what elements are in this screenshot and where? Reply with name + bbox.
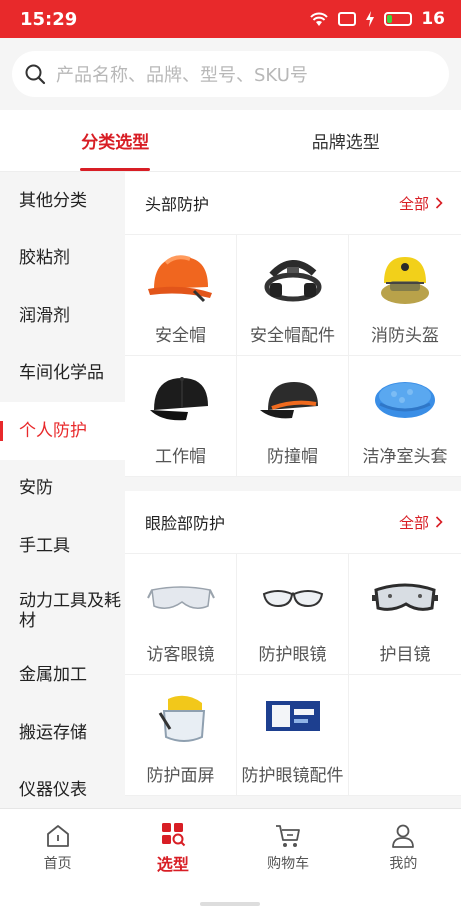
- wifi-icon: [310, 12, 329, 26]
- search-placeholder: 产品名称、品牌、型号、SKU号: [56, 65, 308, 86]
- tile-label: 防护眼镜: [258, 645, 327, 665]
- category-tile[interactable]: 防护眼镜配件: [237, 675, 349, 796]
- tab-bar: 分类选型 品牌选型: [0, 110, 461, 172]
- view-all-link[interactable]: 全部: [399, 512, 443, 533]
- safety-glasses-icon: [255, 566, 331, 628]
- section-head-protection: 头部防护 全部 安全帽 安全帽配件 消防头盔 工作帽 防撞帽 洁净室头套: [125, 172, 461, 477]
- tab-category[interactable]: 分类选型: [0, 110, 231, 171]
- sidebar-item-adhesives[interactable]: 胶粘剂: [0, 230, 125, 288]
- category-tile[interactable]: 消防头盔: [349, 235, 461, 356]
- category-tile[interactable]: 访客眼镜: [125, 554, 237, 675]
- tile-label: 访客眼镜: [146, 645, 215, 665]
- category-sidebar: 其他分类 胶粘剂 润滑剂 车间化学品 个人防护 安防 手工具 动力工具及耗材 金…: [0, 172, 125, 808]
- user-icon: [392, 824, 415, 848]
- battery-icon: [384, 12, 413, 26]
- sidebar-item-personal-protection[interactable]: 个人防护: [0, 402, 125, 460]
- chevron-right-icon: [435, 197, 443, 209]
- hard-hat-icon: [143, 247, 219, 309]
- nav-cart[interactable]: 购物车: [231, 809, 346, 887]
- charging-icon: [366, 11, 375, 27]
- section-title: 眼脸部防护: [145, 514, 226, 533]
- face-shield-icon: [143, 687, 219, 749]
- goggles-icon: [367, 566, 443, 628]
- category-tile[interactable]: 防撞帽: [237, 356, 349, 477]
- sidebar-item-security[interactable]: 安防: [0, 460, 125, 518]
- bottom-navigation: 首页 选型 购物车 我的: [0, 808, 461, 923]
- bump-cap-icon: [255, 368, 331, 430]
- battery-percent: 16: [421, 9, 445, 29]
- chevron-right-icon: [435, 516, 443, 528]
- screen-icon: [338, 12, 357, 26]
- nav-cart-label: 购物车: [267, 856, 310, 872]
- hat-suspension-icon: [255, 247, 331, 309]
- category-tile[interactable]: 安全帽配件: [237, 235, 349, 356]
- visitor-glasses-icon: [143, 566, 219, 628]
- sidebar-item-metalworking[interactable]: 金属加工: [0, 647, 125, 705]
- product-grid: 访客眼镜 防护眼镜 护目镜 防护面屏 防护眼镜配件: [125, 554, 461, 796]
- view-all-link[interactable]: 全部: [399, 193, 443, 214]
- view-all-label: 全部: [398, 194, 429, 213]
- home-icon: [46, 825, 69, 847]
- search-bar: 产品名称、品牌、型号、SKU号: [0, 38, 461, 110]
- tile-label: 安全帽配件: [250, 326, 335, 346]
- nav-selection-label: 选型: [156, 855, 189, 874]
- tile-label: 工作帽: [155, 447, 206, 467]
- view-all-label: 全部: [398, 513, 429, 532]
- tab-brand[interactable]: 品牌选型: [231, 110, 461, 171]
- category-tile[interactable]: 安全帽: [125, 235, 237, 356]
- sidebar-item-other[interactable]: 其他分类: [0, 172, 125, 230]
- nav-home-label: 首页: [43, 856, 72, 872]
- category-tile[interactable]: 防护眼镜: [237, 554, 349, 675]
- sidebar-item-storage[interactable]: 搬运存储: [0, 704, 125, 762]
- product-grid: 安全帽 安全帽配件 消防头盔 工作帽 防撞帽 洁净室头套: [125, 235, 461, 477]
- tile-label: 防护面屏: [146, 766, 215, 786]
- nav-home[interactable]: 首页: [0, 809, 115, 887]
- status-bar: 15:29 16: [0, 0, 461, 38]
- empty-tile: [349, 675, 461, 796]
- tile-label: 防护眼镜配件: [241, 766, 344, 786]
- nav-selection[interactable]: 选型: [115, 809, 230, 887]
- nav-profile[interactable]: 我的: [346, 809, 461, 887]
- section-eye-face-protection: 眼脸部防护 全部 访客眼镜 防护眼镜 护目镜 防护面屏 防护眼镜配件: [125, 491, 461, 796]
- cart-icon: [276, 825, 301, 847]
- section-title: 头部防护: [145, 195, 210, 214]
- sidebar-item-lubricants[interactable]: 润滑剂: [0, 287, 125, 345]
- battery-level: [387, 15, 393, 23]
- sidebar-item-workshop-chemicals[interactable]: 车间化学品: [0, 345, 125, 403]
- section-header: 眼脸部防护 全部: [125, 491, 461, 554]
- home-indicator: [200, 902, 260, 906]
- tile-label: 安全帽: [155, 326, 206, 346]
- fire-helmet-icon: [367, 247, 443, 309]
- category-search-icon: [161, 823, 186, 847]
- category-tile[interactable]: 防护面屏: [125, 675, 237, 796]
- work-cap-icon: [143, 368, 219, 430]
- search-input[interactable]: 产品名称、品牌、型号、SKU号: [12, 51, 449, 97]
- sidebar-item-instruments[interactable]: 仪器仪表: [0, 762, 125, 809]
- category-tile[interactable]: 工作帽: [125, 356, 237, 477]
- tile-label: 洁净室头套: [362, 447, 448, 467]
- sidebar-item-hand-tools[interactable]: 手工具: [0, 517, 125, 575]
- status-icons: 16: [309, 9, 445, 29]
- sidebar-item-power-tools[interactable]: 动力工具及耗材: [0, 575, 125, 647]
- nav-profile-label: 我的: [389, 856, 418, 872]
- search-icon: [25, 64, 46, 85]
- tile-label: 消防头盔: [371, 326, 439, 346]
- tile-label: 防撞帽: [267, 447, 318, 467]
- glasses-accessory-icon: [255, 687, 331, 749]
- cleanroom-cap-icon: [367, 368, 443, 430]
- category-tile[interactable]: 洁净室头套: [349, 356, 461, 477]
- category-content: 头部防护 全部 安全帽 安全帽配件 消防头盔 工作帽 防撞帽 洁净室头套 眼脸部…: [125, 172, 461, 808]
- category-tile[interactable]: 护目镜: [349, 554, 461, 675]
- status-time: 15:29: [20, 8, 78, 30]
- section-header: 头部防护 全部: [125, 172, 461, 235]
- tile-label: 护目镜: [379, 645, 431, 665]
